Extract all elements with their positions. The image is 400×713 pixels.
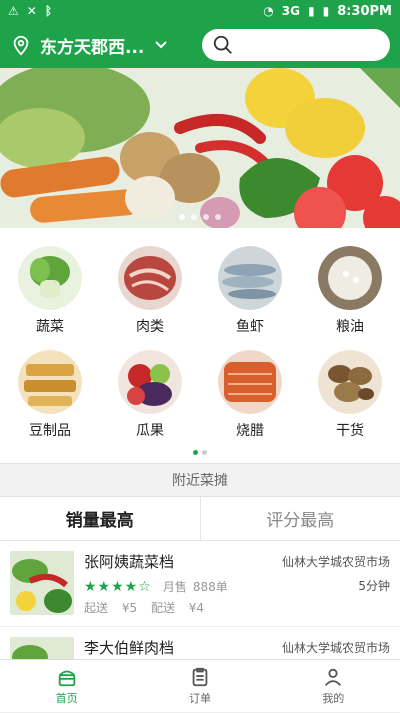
bottom-nav: 首页 订单 我的	[0, 659, 400, 711]
signal-icon: ▮	[308, 5, 315, 17]
fee-info: 起送 ¥5 配送 ¥4	[84, 599, 390, 616]
battery-icon: ▮	[323, 5, 330, 17]
nav-orders-label: 订单	[189, 690, 211, 706]
nav-profile-label: 我的	[322, 690, 344, 706]
app-header: 东方天郡西...	[0, 22, 400, 68]
monthly-sales-label: 月售	[163, 580, 187, 594]
wifi-icon: ◔	[263, 5, 273, 17]
nav-orders[interactable]: 订单	[133, 660, 266, 711]
stall-name: 张阿姨蔬菜档	[84, 551, 174, 572]
monthly-sales: 月售 888单	[163, 580, 228, 594]
category-roast[interactable]: 烧腊	[200, 350, 300, 440]
delivery-time: 5分钟	[358, 577, 390, 594]
category-label: 肉类	[136, 316, 164, 336]
carousel-dot[interactable]	[215, 214, 221, 220]
stall-market: 仙林大学城农贸市场	[282, 639, 390, 656]
nav-home-label: 首页	[56, 690, 78, 706]
banner-carousel[interactable]	[0, 68, 400, 228]
search-input[interactable]	[202, 29, 390, 61]
carousel-indicator	[0, 214, 400, 220]
rice-icon	[318, 246, 382, 310]
category-vegetables[interactable]: 蔬菜	[0, 246, 100, 336]
category-label: 蔬菜	[36, 316, 64, 336]
sort-tabs: 销量最高 评分最高	[0, 497, 400, 541]
category-label: 鱼虾	[236, 316, 264, 336]
nav-home[interactable]: 首页	[0, 660, 133, 711]
section-title: 附近菜摊	[0, 463, 400, 497]
category-seafood[interactable]: 鱼虾	[200, 246, 300, 336]
min-order-value: ¥5	[122, 601, 137, 615]
category-dried-goods[interactable]: 干货	[300, 350, 400, 440]
stall-name: 李大伯鲜肉档	[84, 637, 174, 658]
bluetooth-icon: ᛒ	[45, 5, 52, 17]
banner-image	[0, 68, 400, 228]
min-order: 起送 ¥5	[84, 601, 137, 615]
location-pin-icon[interactable]	[10, 34, 32, 56]
category-fruit[interactable]: 瓜果	[100, 350, 200, 440]
fruit-icon	[118, 350, 182, 414]
delivery-fee: 配送 ¥4	[151, 601, 204, 615]
delivery-fee-value: ¥4	[189, 601, 204, 615]
location-selector[interactable]: 东方天郡西...	[40, 33, 144, 58]
category-pager	[0, 440, 400, 459]
dried-goods-icon	[318, 350, 382, 414]
warning-icon: ⚠	[8, 5, 19, 17]
rating-stars: ★★★★☆	[84, 579, 152, 595]
monthly-sales-value: 888单	[193, 580, 228, 594]
pager-dot[interactable]	[193, 450, 198, 455]
category-label: 豆制品	[29, 420, 71, 440]
category-meat[interactable]: 肉类	[100, 246, 200, 336]
fish-icon	[218, 246, 282, 310]
stall-thumbnail	[10, 551, 74, 615]
delivery-fee-label: 配送	[151, 601, 175, 615]
stall-market: 仙林大学城农贸市场	[282, 553, 390, 570]
min-order-label: 起送	[84, 601, 108, 615]
category-label: 干货	[336, 420, 364, 440]
category-grid-section: 蔬菜 肉类 鱼虾 粮油 豆制品	[0, 228, 400, 463]
category-label: 烧腊	[236, 420, 264, 440]
vegetables-icon	[18, 246, 82, 310]
category-tofu[interactable]: 豆制品	[0, 350, 100, 440]
network-type: 3G	[282, 5, 300, 17]
chevron-down-icon[interactable]	[154, 38, 168, 52]
search-icon	[212, 34, 234, 56]
nav-profile[interactable]: 我的	[267, 660, 400, 711]
profile-icon	[322, 666, 344, 688]
no-signal-icon: ✕	[27, 5, 37, 17]
carousel-dot[interactable]	[179, 214, 185, 220]
stall-card[interactable]: 张阿姨蔬菜档 仙林大学城农贸市场 ★★★★☆ 月售 888单 5分钟 起送 ¥5 …	[0, 541, 400, 627]
tab-top-sales[interactable]: 销量最高	[0, 497, 200, 540]
category-label: 瓜果	[136, 420, 164, 440]
carousel-dot[interactable]	[191, 214, 197, 220]
tofu-icon	[18, 350, 82, 414]
category-grain-oil[interactable]: 粮油	[300, 246, 400, 336]
pager-dot[interactable]	[202, 450, 207, 455]
meat-icon	[118, 246, 182, 310]
roast-icon	[218, 350, 282, 414]
home-icon	[56, 666, 78, 688]
clock: 8:30PM	[337, 4, 392, 19]
status-bar: ⚠ ✕ ᛒ ◔ 3G ▮ ▮ 8:30PM	[0, 0, 400, 22]
order-icon	[189, 666, 211, 688]
category-label: 粮油	[336, 316, 364, 336]
tab-top-rated[interactable]: 评分最高	[200, 497, 400, 540]
carousel-dot[interactable]	[203, 214, 209, 220]
category-grid: 蔬菜 肉类 鱼虾 粮油 豆制品	[0, 246, 400, 440]
